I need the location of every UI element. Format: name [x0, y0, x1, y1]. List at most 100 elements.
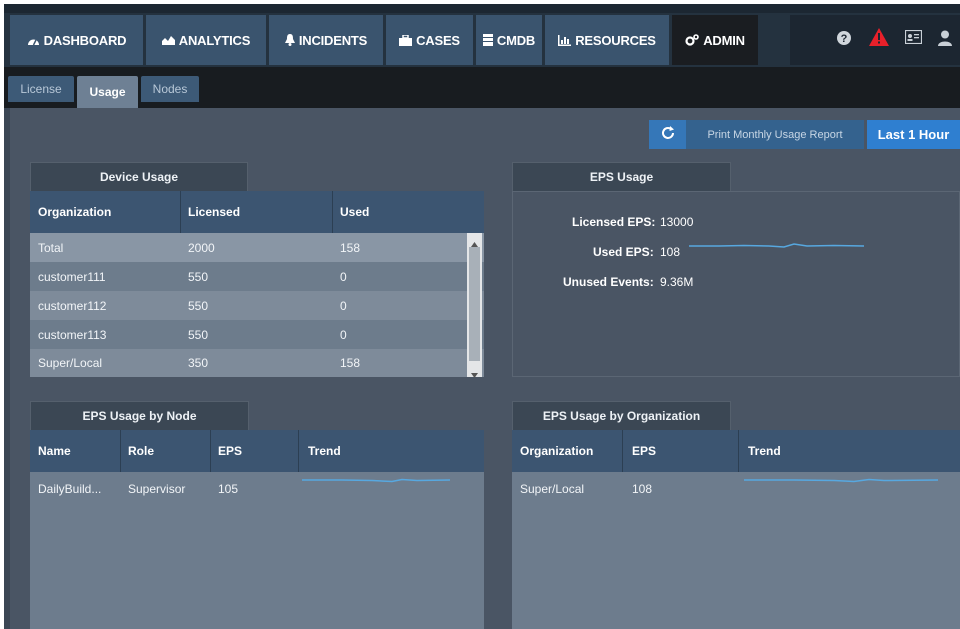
top-nav-bar: DASHBOARD ANALYTICS INCIDENTS CASES CMDB [4, 4, 960, 67]
nav-analytics-label: ANALYTICS [178, 32, 251, 48]
eps-by-node-title: EPS Usage by Node [30, 401, 249, 430]
column-divider [180, 191, 181, 233]
nav-incidents-label: INCIDENTS [298, 32, 368, 48]
eps-by-node-header: Name Role EPS Trend [30, 430, 484, 472]
used-eps-sparkline [689, 243, 865, 248]
cell-organization: Super/Local [38, 356, 103, 370]
nav-incidents[interactable]: INCIDENTS [269, 15, 383, 65]
content-left-edge [4, 108, 10, 629]
print-monthly-usage-report-button[interactable]: Print Monthly Usage Report [686, 120, 864, 149]
nav-dashboard-label: DASHBOARD [43, 32, 127, 48]
used-eps-value: 108 [660, 245, 681, 259]
cell-organization: customer112 [38, 298, 107, 313]
nav-cmdb-label: CMDB [496, 32, 536, 48]
cell-role: Supervisor [128, 481, 186, 496]
device-usage-table: Organization Licensed Used Total 2000 15… [30, 191, 484, 378]
id-card-icon[interactable] [904, 29, 923, 47]
eps-usage-title: EPS Usage [512, 162, 731, 191]
eps-by-org-header: Organization EPS Trend [512, 430, 960, 472]
unused-events-label: Unused Events: [563, 275, 654, 289]
column-divider [738, 430, 739, 472]
cell-organization: customer111 [38, 269, 106, 284]
nav-resources[interactable]: RESOURCES [545, 15, 669, 65]
briefcase-icon [399, 34, 413, 46]
svg-text:?: ? [841, 33, 848, 45]
refresh-button[interactable] [649, 120, 686, 149]
nav-admin[interactable]: ADMIN [672, 15, 758, 65]
cell-licensed: 550 [188, 327, 209, 342]
col-trend[interactable]: Trend [308, 444, 341, 458]
trend-sparkline [744, 478, 939, 483]
cell-licensed: 550 [188, 298, 209, 313]
cell-organization: Total [38, 240, 64, 255]
nav-cases[interactable]: CASES [386, 15, 473, 65]
cell-name: DailyBuild... [38, 481, 102, 496]
eps-by-node-table: Name Role EPS Trend DailyBuild... Superv… [30, 430, 484, 629]
cell-licensed: 2000 [188, 240, 215, 255]
licensed-eps-value: 13000 [660, 215, 694, 229]
nav-dashboard[interactable]: DASHBOARD [10, 15, 143, 65]
used-eps-label: Used EPS: [593, 245, 654, 259]
column-divider [622, 430, 623, 472]
nav-resources-label: RESOURCES [575, 32, 656, 48]
help-icon[interactable]: ? [836, 30, 852, 49]
admin-subtab-bar: License Usage Nodes [4, 67, 960, 108]
table-row[interactable]: customer111 550 0 [30, 262, 484, 291]
tab-license[interactable]: License [8, 76, 74, 102]
table-row[interactable]: Super/Local 108 [512, 474, 960, 503]
main-nav: DASHBOARD ANALYTICS INCIDENTS CASES CMDB [10, 15, 761, 65]
col-eps[interactable]: EPS [218, 444, 242, 458]
column-divider [332, 191, 333, 233]
nav-admin-label: ADMIN [703, 32, 745, 48]
table-row[interactable]: Total 2000 158 [30, 233, 484, 262]
cell-eps: 108 [632, 481, 653, 496]
col-licensed[interactable]: Licensed [188, 205, 240, 219]
nav-cmdb[interactable]: CMDB [476, 15, 542, 65]
bell-icon [284, 34, 295, 46]
eps-by-org-title: EPS Usage by Organization [512, 401, 731, 430]
eps-usage-panel: Licensed EPS: 13000 Used EPS: 108 Unused… [512, 191, 960, 377]
time-range-button[interactable]: Last 1 Hour [867, 120, 960, 149]
tab-nodes[interactable]: Nodes [141, 76, 199, 102]
cell-used: 0 [340, 269, 347, 284]
tab-usage[interactable]: Usage [77, 76, 138, 108]
table-row[interactable]: DailyBuild... Supervisor 105 [30, 474, 484, 503]
unused-events-value: 9.36M [660, 275, 694, 289]
chart-icon [161, 35, 175, 45]
refresh-icon [661, 126, 675, 143]
cell-used: 158 [340, 356, 361, 370]
top-rule [4, 4, 960, 13]
col-organization[interactable]: Organization [520, 444, 593, 458]
eps-by-org-table: Organization EPS Trend Super/Local 108 [512, 430, 960, 629]
table-row[interactable]: customer113 550 0 [30, 320, 484, 349]
cell-licensed: 350 [188, 356, 209, 370]
column-divider [210, 430, 211, 472]
nav-analytics[interactable]: ANALYTICS [146, 15, 266, 65]
cell-used: 0 [340, 298, 347, 313]
trend-sparkline [302, 478, 451, 483]
col-name[interactable]: Name [38, 444, 71, 458]
device-usage-scrollbar[interactable] [467, 233, 482, 378]
col-trend[interactable]: Trend [748, 444, 781, 458]
warning-icon[interactable] [869, 28, 889, 49]
dashboard-icon [27, 35, 40, 46]
licensed-eps-label: Licensed EPS: [572, 215, 656, 229]
device-usage-title: Device Usage [30, 162, 248, 191]
column-divider [120, 430, 121, 472]
scroll-down-icon[interactable] [471, 367, 478, 381]
scroll-up-icon[interactable] [471, 236, 478, 250]
database-icon [482, 34, 493, 46]
col-used[interactable]: Used [340, 205, 369, 219]
cell-used: 158 [340, 240, 361, 255]
col-role[interactable]: Role [128, 444, 154, 458]
nav-cases-label: CASES [416, 32, 460, 48]
table-row[interactable]: Super/Local 350 158 [30, 349, 484, 377]
cell-used: 0 [340, 327, 347, 342]
user-icon[interactable] [938, 30, 952, 49]
col-organization[interactable]: Organization [38, 205, 111, 219]
col-eps[interactable]: EPS [632, 444, 656, 458]
table-row[interactable]: customer112 550 0 [30, 291, 484, 320]
device-usage-header: Organization Licensed Used [30, 191, 484, 233]
scrollbar-thumb[interactable] [469, 247, 480, 361]
gears-icon [685, 34, 699, 46]
